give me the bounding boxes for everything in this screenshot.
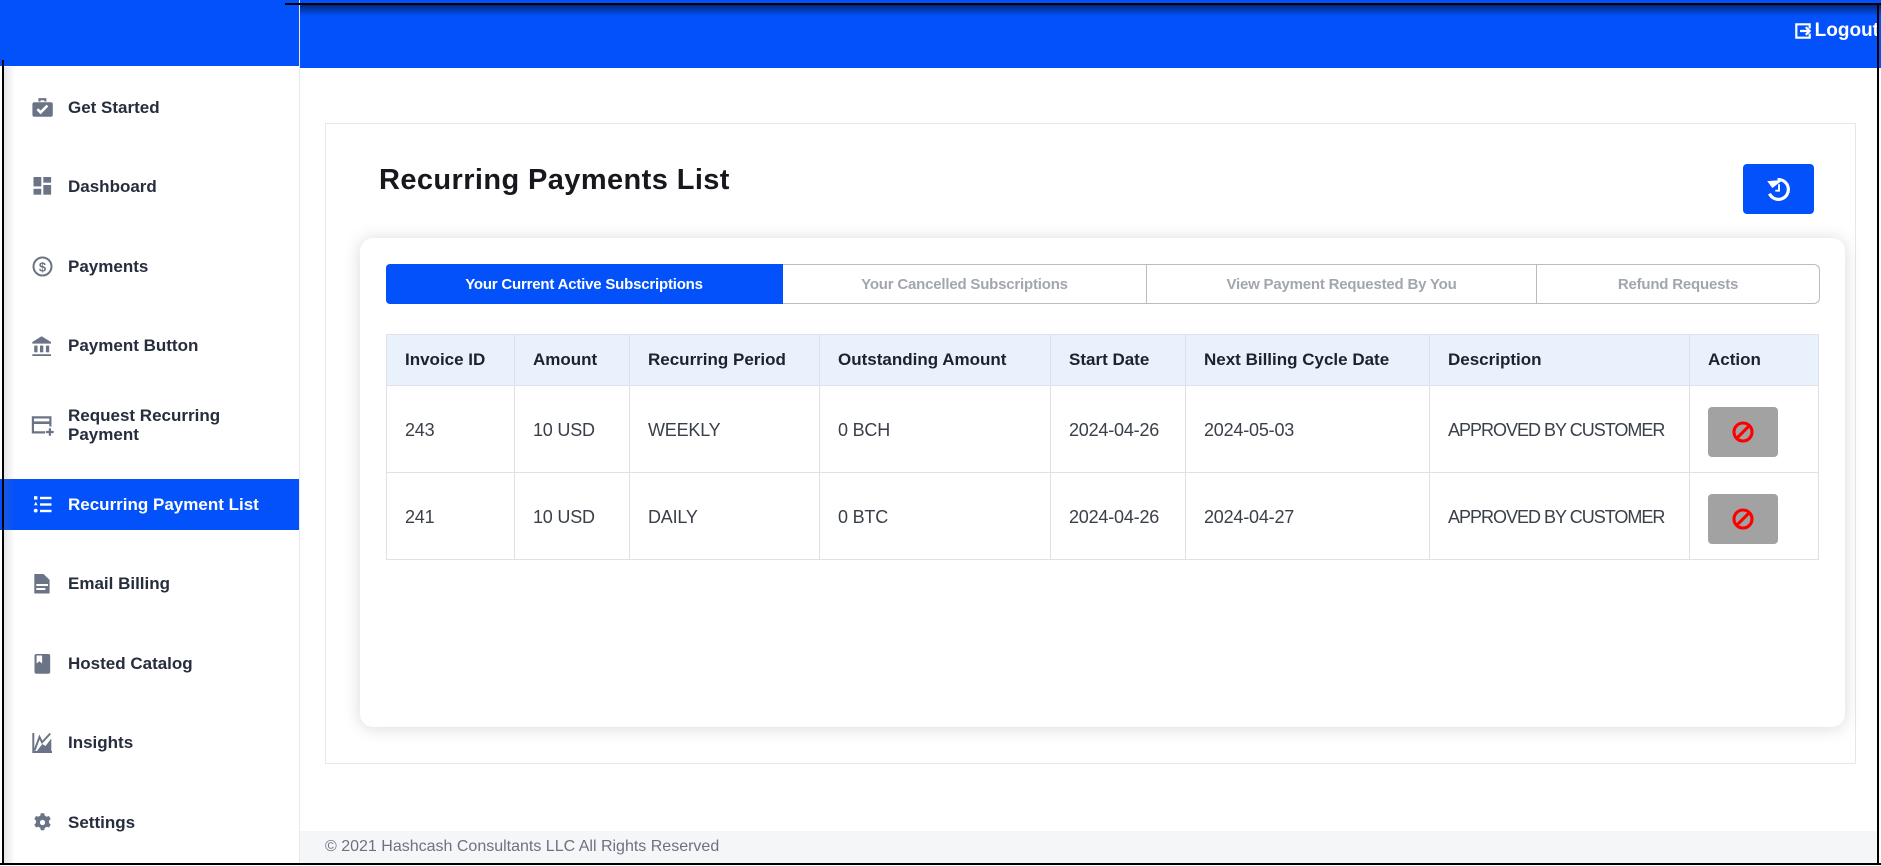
svg-text:$: $ — [39, 259, 47, 274]
